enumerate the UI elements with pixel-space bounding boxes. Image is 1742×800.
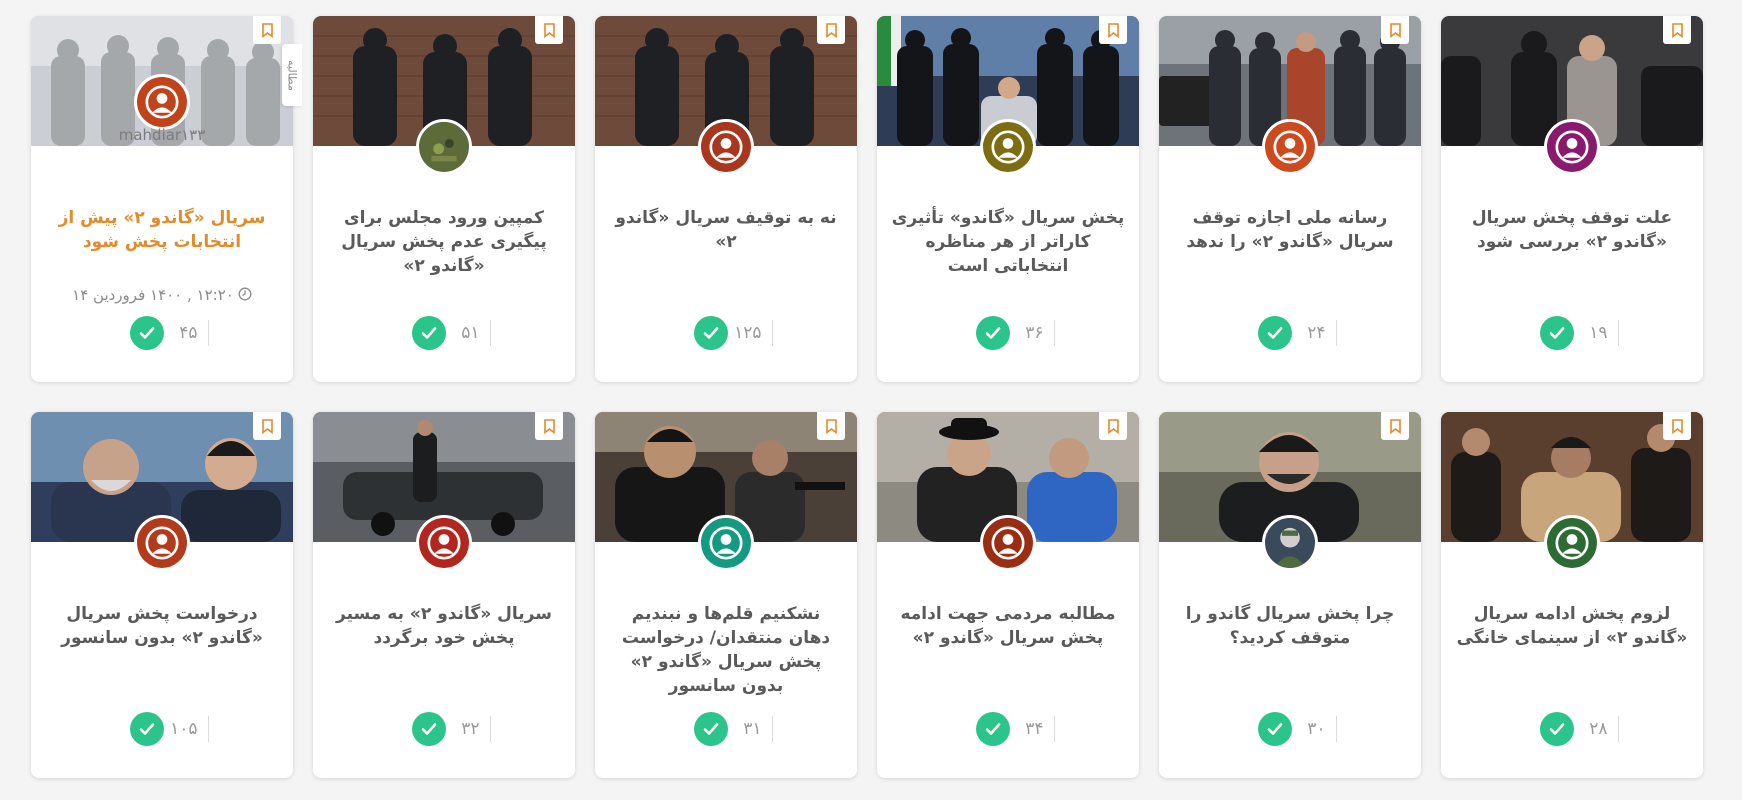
user-avatar[interactable] <box>416 119 472 175</box>
card-footer: ۱۹ <box>1441 316 1703 350</box>
clock-icon <box>238 287 252 305</box>
petition-title[interactable]: رسانه ملی اجازه توقف سریال «گاندو ۲» را … <box>1173 206 1407 254</box>
user-avatar[interactable] <box>134 74 190 130</box>
bookmark-icon[interactable] <box>1099 412 1127 440</box>
user-avatar[interactable] <box>1544 515 1600 571</box>
author-username: mahdiar۱۳۳ <box>118 126 206 144</box>
user-avatar[interactable] <box>416 515 472 571</box>
petition-card[interactable]: نشکنیم قلم‌ها و نبندیم دهان منتقدان/ درخ… <box>595 412 857 778</box>
user-avatar[interactable] <box>698 119 754 175</box>
bookmark-icon[interactable] <box>535 412 563 440</box>
signature-count: ۳۲ <box>446 716 491 742</box>
bookmark-icon[interactable] <box>535 16 563 44</box>
sign-check-icon[interactable] <box>1257 316 1292 350</box>
petition-card[interactable]: مطالبه مردمی جهت ادامه پخش سریال «گاندو … <box>877 412 1139 778</box>
card-footer: ۱۰۵ <box>31 712 293 746</box>
side-tab[interactable]: مطالبه <box>282 44 302 106</box>
signature-count: ۲۸ <box>1574 716 1619 742</box>
bookmark-icon[interactable] <box>1663 16 1691 44</box>
sign-check-icon[interactable] <box>129 712 164 746</box>
signature-count: ۱۰۵ <box>164 716 209 742</box>
petition-card[interactable]: پخش سریال «گاندو» تأثیری کاراتر از هر من… <box>877 16 1139 382</box>
user-avatar[interactable] <box>134 515 190 571</box>
user-avatar[interactable] <box>1544 119 1600 175</box>
sign-check-icon[interactable] <box>1257 712 1292 746</box>
sign-check-icon[interactable] <box>129 316 164 350</box>
card-footer: ۲۸ <box>1441 712 1703 746</box>
signature-count: ۱۹ <box>1574 320 1619 346</box>
petition-card[interactable]: لزوم پخش ادامه سریال «گاندو ۲» از سینمای… <box>1441 412 1703 778</box>
petition-title[interactable]: نه به توقیف سریال «گاندو ۲» <box>609 206 843 254</box>
petition-card[interactable]: mahdiar۱۳۳ مطالبه سریال «گاندو ۲» پیش از… <box>31 16 302 382</box>
petition-date: ۱۲:۲۰ , ۱۴۰۰ فروردین ۱۴ <box>31 286 293 305</box>
petition-title[interactable]: درخواست پخش سریال «گاندو ۲» بدون سانسور <box>45 602 279 650</box>
card-footer: ۳۴ <box>877 712 1139 746</box>
bookmark-icon[interactable] <box>817 412 845 440</box>
user-avatar[interactable] <box>980 515 1036 571</box>
bookmark-icon[interactable] <box>1381 16 1409 44</box>
sign-check-icon[interactable] <box>693 712 728 746</box>
signature-count: ۴۵ <box>164 320 209 346</box>
petition-title[interactable]: لزوم پخش ادامه سریال «گاندو ۲» از سینمای… <box>1455 602 1689 650</box>
card-footer: ۲۴ <box>1159 316 1421 350</box>
card-footer: ۵۱ <box>313 316 575 350</box>
sign-check-icon[interactable] <box>693 316 728 350</box>
petition-title[interactable]: چرا پخش سریال گاندو را متوقف کردید؟ <box>1173 602 1407 650</box>
sign-check-icon[interactable] <box>1539 316 1574 350</box>
sign-check-icon[interactable] <box>411 712 446 746</box>
bookmark-icon[interactable] <box>1381 412 1409 440</box>
signature-count: ۱۲۵ <box>728 320 773 346</box>
sign-check-icon[interactable] <box>975 316 1010 350</box>
signature-count: ۲۴ <box>1292 320 1337 346</box>
bookmark-icon[interactable] <box>1663 412 1691 440</box>
petition-card[interactable]: سریال «گاندو ۲» به مسیر پخش خود برگردد ۳… <box>313 412 575 778</box>
bookmark-icon[interactable] <box>817 16 845 44</box>
petition-title[interactable]: کمپین ورود مجلس برای پیگیری عدم پخش سریا… <box>327 206 561 278</box>
date-text: ۱۲:۲۰ , ۱۴۰۰ فروردین ۱۴ <box>72 286 234 304</box>
signature-count: ۳۰ <box>1292 716 1337 742</box>
bookmark-icon[interactable] <box>253 412 281 440</box>
user-avatar[interactable] <box>1262 119 1318 175</box>
petition-card[interactable]: درخواست پخش سریال «گاندو ۲» بدون سانسور … <box>31 412 293 778</box>
signature-count: ۳۱ <box>728 716 773 742</box>
petition-title[interactable]: مطالبه مردمی جهت ادامه پخش سریال «گاندو … <box>891 602 1125 650</box>
petition-title[interactable]: پخش سریال «گاندو» تأثیری کاراتر از هر من… <box>891 206 1125 278</box>
sign-check-icon[interactable] <box>1539 712 1574 746</box>
card-footer: ۴۵ <box>31 316 293 350</box>
signature-count: ۳۶ <box>1010 320 1055 346</box>
petition-grid: mahdiar۱۳۳ مطالبه سریال «گاندو ۲» پیش از… <box>31 16 1703 778</box>
user-avatar[interactable] <box>980 119 1036 175</box>
card-footer: ۱۲۵ <box>595 316 857 350</box>
petition-title[interactable]: سریال «گاندو ۲» پیش از انتخابات پخش شود <box>45 206 279 254</box>
bookmark-icon[interactable] <box>1099 16 1127 44</box>
card-footer: ۳۱ <box>595 712 857 746</box>
card-footer: ۳۲ <box>313 712 575 746</box>
sign-check-icon[interactable] <box>411 316 446 350</box>
petition-card[interactable]: نه به توقیف سریال «گاندو ۲» ۱۲۵ <box>595 16 857 382</box>
bookmark-icon[interactable] <box>253 16 281 44</box>
card-footer: ۳۰ <box>1159 712 1421 746</box>
petition-title[interactable]: سریال «گاندو ۲» به مسیر پخش خود برگردد <box>327 602 561 650</box>
signature-count: ۵۱ <box>446 320 491 346</box>
sign-check-icon[interactable] <box>975 712 1010 746</box>
petition-card[interactable]: چرا پخش سریال گاندو را متوقف کردید؟ ۳۰ <box>1159 412 1421 778</box>
card-footer: ۳۶ <box>877 316 1139 350</box>
signature-count: ۳۴ <box>1010 716 1055 742</box>
user-avatar[interactable] <box>698 515 754 571</box>
user-avatar[interactable] <box>1262 515 1318 571</box>
petition-title[interactable]: علت توقف پخش سریال «گاندو ۲» بررسی شود <box>1455 206 1689 254</box>
petition-card[interactable]: کمپین ورود مجلس برای پیگیری عدم پخش سریا… <box>313 16 575 382</box>
petition-title[interactable]: نشکنیم قلم‌ها و نبندیم دهان منتقدان/ درخ… <box>609 602 843 698</box>
petition-card[interactable]: علت توقف پخش سریال «گاندو ۲» بررسی شود ۱… <box>1441 16 1703 382</box>
petition-card[interactable]: رسانه ملی اجازه توقف سریال «گاندو ۲» را … <box>1159 16 1421 382</box>
